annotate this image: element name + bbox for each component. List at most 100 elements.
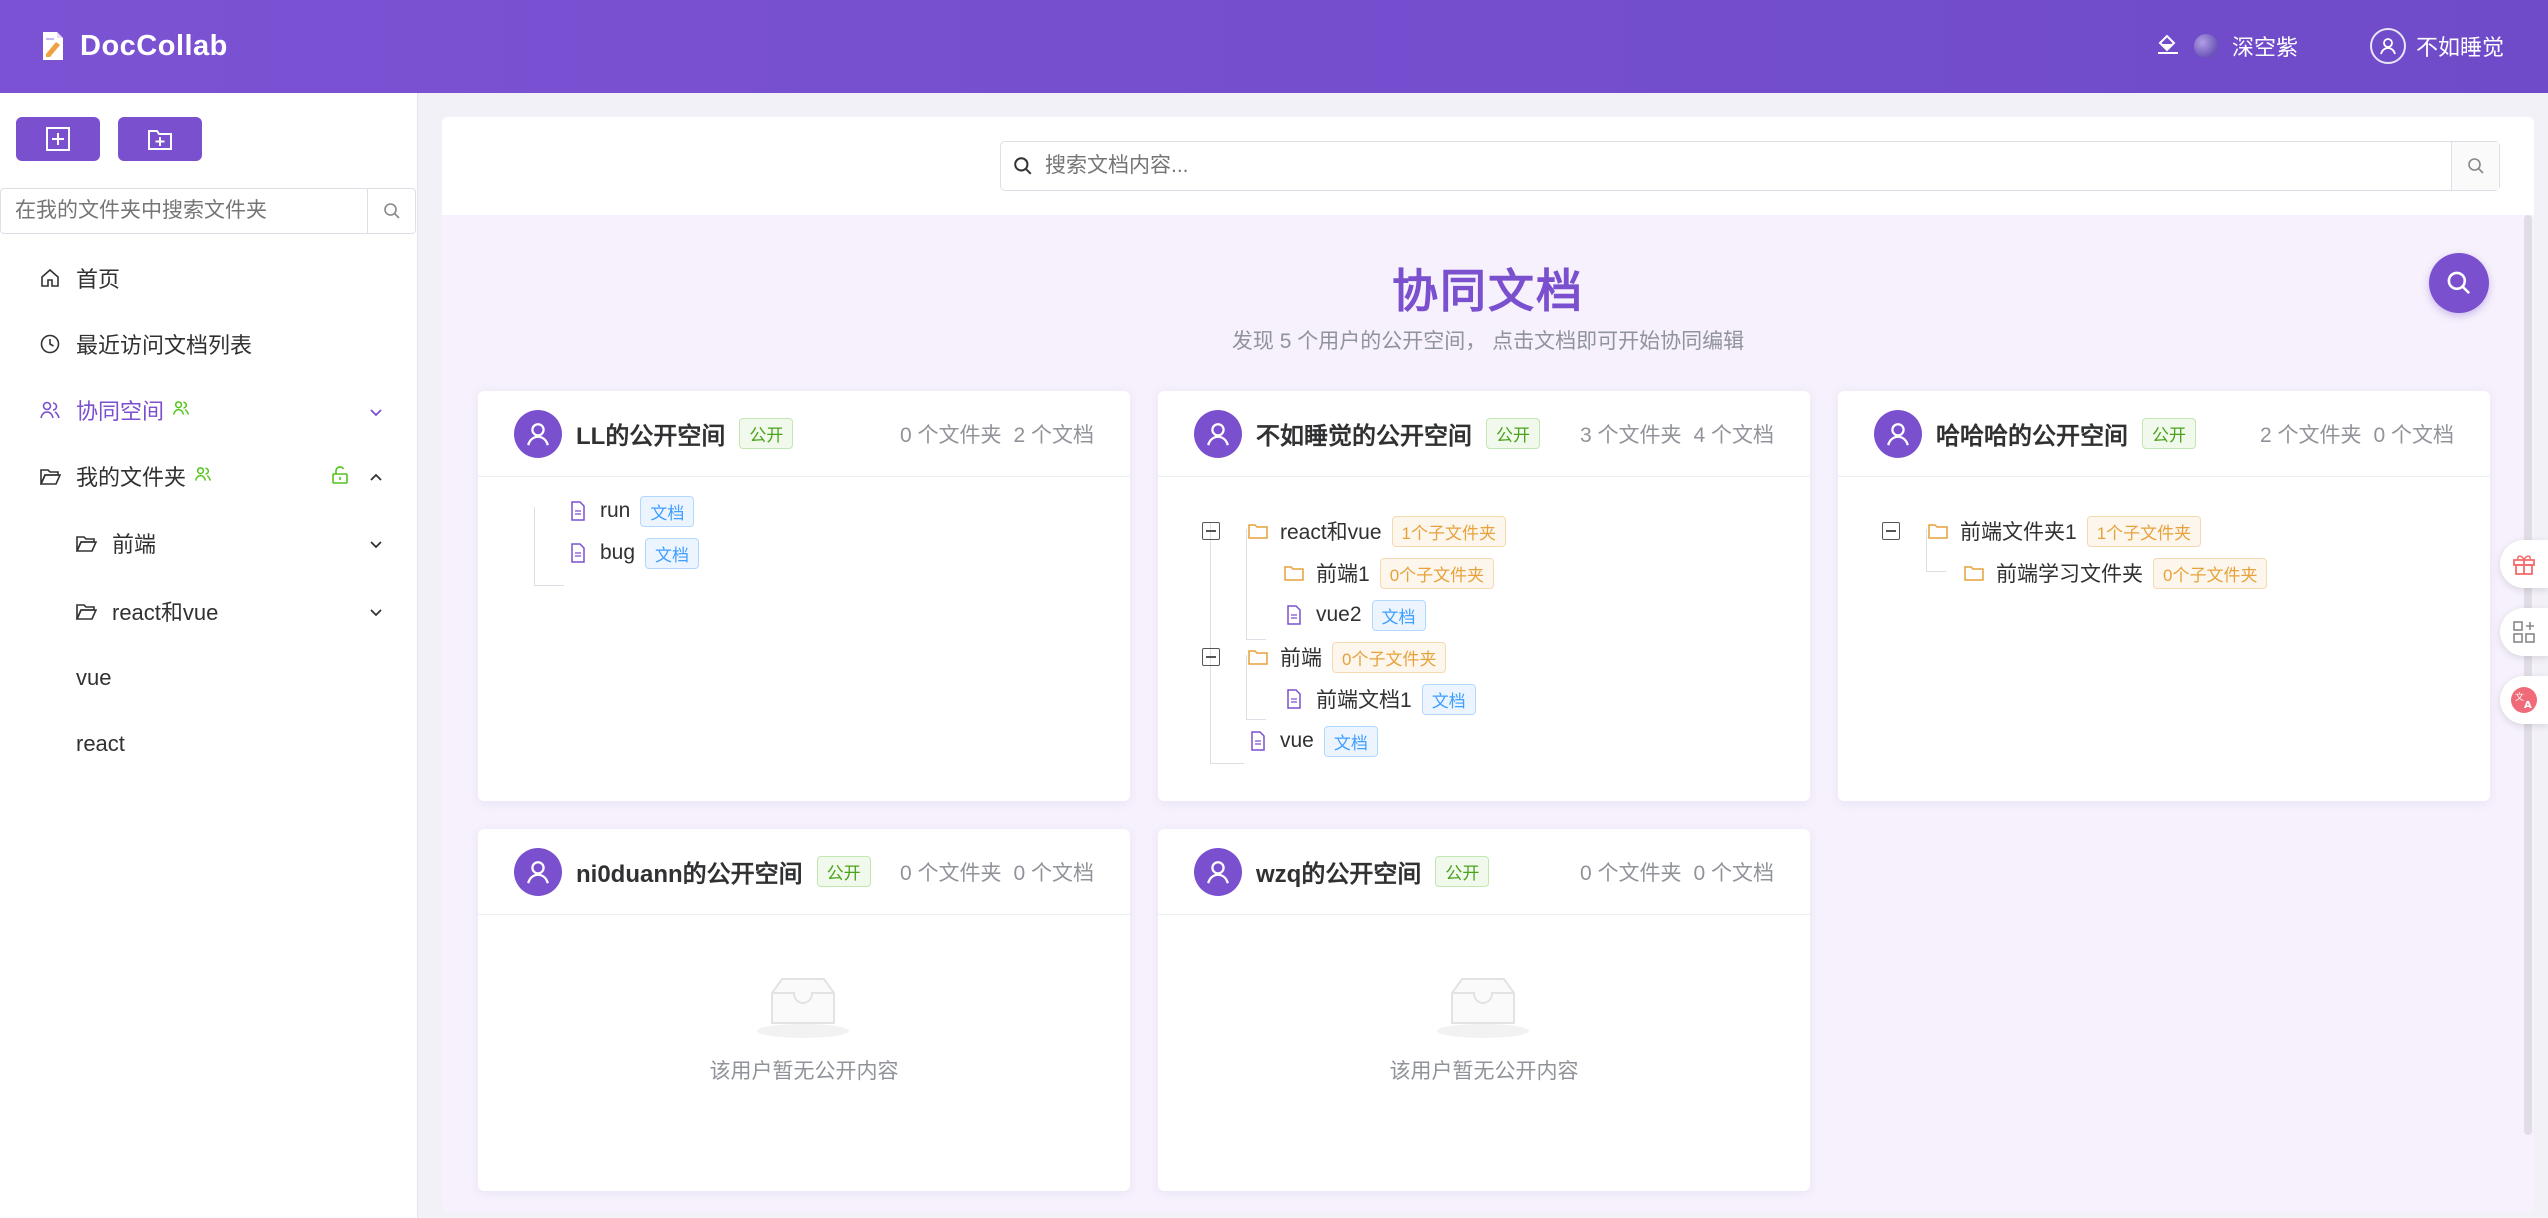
chevron-up-icon[interactable] bbox=[368, 466, 384, 492]
chevron-down-icon[interactable] bbox=[368, 600, 384, 626]
sidebar-folder-frontend[interactable]: 前端 bbox=[0, 509, 416, 577]
folder-icon bbox=[1928, 521, 1948, 541]
user-avatar-icon bbox=[514, 409, 562, 458]
doc-tag: 文档 bbox=[640, 495, 695, 527]
empty-box-icon bbox=[1434, 975, 1532, 1044]
space-card-header: LL的公开空间 公开 0 个文件夹 2 个文档 bbox=[478, 391, 1130, 477]
new-folder-button[interactable] bbox=[118, 117, 202, 161]
search-icon bbox=[383, 203, 400, 219]
collapse-toggle-icon[interactable] bbox=[1202, 522, 1220, 540]
public-badge: 公开 bbox=[1486, 418, 1540, 449]
main-content: 协同文档 发现 5 个用户的公开空间， 点击文档即可开始协同编辑 LL的公开空间… bbox=[442, 117, 2534, 1212]
folder-count: 0 个文件夹 bbox=[899, 862, 1002, 885]
tree-node-label: 前端文件夹1 bbox=[1960, 521, 2077, 544]
sidebar-doc-react[interactable]: react bbox=[0, 711, 416, 777]
tree-doc[interactable]: vue2 文档 bbox=[1284, 597, 1426, 633]
doc-search bbox=[1000, 141, 2500, 191]
user-menu[interactable]: 不如睡觉 bbox=[2370, 26, 2504, 66]
tree-doc[interactable]: bug 文档 bbox=[568, 535, 700, 571]
sidebar-item-my-folders[interactable]: 我的文件夹 bbox=[0, 443, 416, 509]
sidebar-item-label: react bbox=[76, 731, 125, 756]
sidebar-doc-vue[interactable]: vue bbox=[0, 645, 416, 711]
empty-state: 该用户暂无公开内容 bbox=[1158, 915, 1810, 1191]
public-badge: 公开 bbox=[2142, 418, 2196, 449]
tree-node-label: vue2 bbox=[1316, 603, 1362, 626]
subfolder-count-tag: 0个子文件夹 bbox=[1332, 641, 1447, 673]
file-icon bbox=[1284, 689, 1304, 709]
sidebar-item-label: 最近访问文档列表 bbox=[76, 333, 253, 358]
sidebar-item-label: vue bbox=[76, 665, 112, 690]
sidebar-item-label: 首页 bbox=[76, 267, 121, 292]
theme-switcher[interactable]: 深空紫 bbox=[2156, 28, 2298, 64]
svg-text:A: A bbox=[2524, 700, 2532, 711]
sidebar-item-home[interactable]: 首页 bbox=[0, 245, 416, 311]
tree-folder[interactable]: 前端 0个子文件夹 bbox=[1248, 639, 1447, 675]
apps-float-button[interactable] bbox=[2500, 608, 2548, 656]
space-card: 哈哈哈的公开空间 公开 2 个文件夹 0 个文档 前端文件夹1 1个子文件夹 前端… bbox=[1838, 391, 2490, 801]
folder-icon bbox=[1248, 521, 1268, 541]
subfolder-count-tag: 0个子文件夹 bbox=[2153, 557, 2268, 589]
chevron-down-icon[interactable] bbox=[368, 400, 384, 426]
translate-float-button[interactable]: 文A bbox=[2500, 676, 2548, 724]
theme-label: 深空紫 bbox=[2232, 35, 2299, 60]
public-badge: 公开 bbox=[816, 856, 871, 887]
tree-doc[interactable]: 前端文档1 文档 bbox=[1284, 681, 1476, 717]
doc-tag: 文档 bbox=[645, 537, 700, 569]
search-fab-button[interactable] bbox=[2429, 253, 2489, 313]
folder-open-icon bbox=[74, 599, 98, 623]
empty-state: 该用户暂无公开内容 bbox=[478, 915, 1130, 1191]
sidebar-menu: 首页 最近访问文档列表 协同空间 我的文件夹 前端 react和vue vue … bbox=[0, 245, 416, 777]
sidebar-folder-react-vue[interactable]: react和vue bbox=[0, 577, 416, 645]
clock-icon bbox=[38, 332, 62, 356]
doc-count: 0 个文档 bbox=[1013, 862, 1094, 885]
public-badge: 公开 bbox=[1435, 856, 1490, 887]
search-icon bbox=[1001, 142, 1045, 190]
file-icon bbox=[1248, 731, 1268, 751]
translate-icon: 文A bbox=[2511, 687, 2537, 713]
tree-folder[interactable]: 前端1 0个子文件夹 bbox=[1284, 555, 1495, 591]
app-logo[interactable]: DocCollab bbox=[40, 28, 228, 64]
empty-text: 该用户暂无公开内容 bbox=[709, 1060, 899, 1083]
doc-count: 2 个文档 bbox=[1013, 424, 1094, 447]
space-card: ni0duann的公开空间 公开 0 个文件夹 0 个文档 该用户暂无公开内容 bbox=[478, 829, 1130, 1191]
folder-search-button[interactable] bbox=[367, 189, 415, 233]
tree-node-label: 前端文档1 bbox=[1316, 689, 1412, 712]
tree-node-label: 前端 bbox=[1280, 647, 1322, 670]
collapse-toggle-icon[interactable] bbox=[1202, 648, 1220, 666]
space-card-header: 不如睡觉的公开空间 公开 3 个文件夹 4 个文档 bbox=[1158, 391, 1810, 477]
tree-folder[interactable]: 前端文件夹1 1个子文件夹 bbox=[1928, 513, 2202, 549]
doc-search-input[interactable] bbox=[1045, 142, 2451, 190]
search-icon bbox=[2447, 271, 2471, 295]
tree-node-label: run bbox=[600, 499, 631, 522]
chevron-down-icon[interactable] bbox=[368, 532, 384, 558]
gift-float-button[interactable] bbox=[2500, 540, 2548, 588]
unlock-icon[interactable] bbox=[330, 465, 350, 491]
folder-icon bbox=[1284, 563, 1304, 583]
sidebar-item-recent[interactable]: 最近访问文档列表 bbox=[0, 311, 416, 377]
tree-node-label: bug bbox=[600, 541, 636, 564]
folder-count: 3 个文件夹 bbox=[1579, 424, 1682, 447]
space-title: ni0duann的公开空间 bbox=[576, 861, 803, 888]
folder-search-input[interactable] bbox=[1, 189, 367, 233]
tree-folder[interactable]: 前端学习文件夹 0个子文件夹 bbox=[1964, 555, 2268, 591]
subfolder-count-tag: 0个子文件夹 bbox=[1379, 557, 1495, 589]
tree-folder[interactable]: react和vue 1个子文件夹 bbox=[1248, 513, 1507, 549]
doc-search-button[interactable] bbox=[2451, 142, 2499, 190]
svg-text:文: 文 bbox=[2515, 691, 2524, 703]
search-icon bbox=[2467, 158, 2484, 174]
username: 不如睡觉 bbox=[2416, 35, 2505, 60]
user-avatar-icon bbox=[1874, 409, 1922, 458]
tree-node-label: 前端1 bbox=[1316, 563, 1370, 586]
subfolder-count-tag: 1个子文件夹 bbox=[2086, 515, 2202, 547]
new-document-button[interactable] bbox=[16, 117, 100, 161]
sidebar-item-collab-space[interactable]: 协同空间 bbox=[0, 377, 416, 443]
group-badge-icon bbox=[194, 463, 212, 489]
doc-tag: 文档 bbox=[1371, 599, 1426, 631]
tree-doc[interactable]: run 文档 bbox=[568, 493, 695, 529]
search-bar-area bbox=[442, 117, 2534, 215]
tree-doc[interactable]: vue 文档 bbox=[1248, 723, 1378, 759]
folder-count: 2 个文件夹 bbox=[2259, 424, 2362, 447]
collapse-toggle-icon[interactable] bbox=[1882, 522, 1900, 540]
tree-node-label: react和vue bbox=[1280, 521, 1382, 544]
user-avatar-icon bbox=[514, 847, 562, 896]
